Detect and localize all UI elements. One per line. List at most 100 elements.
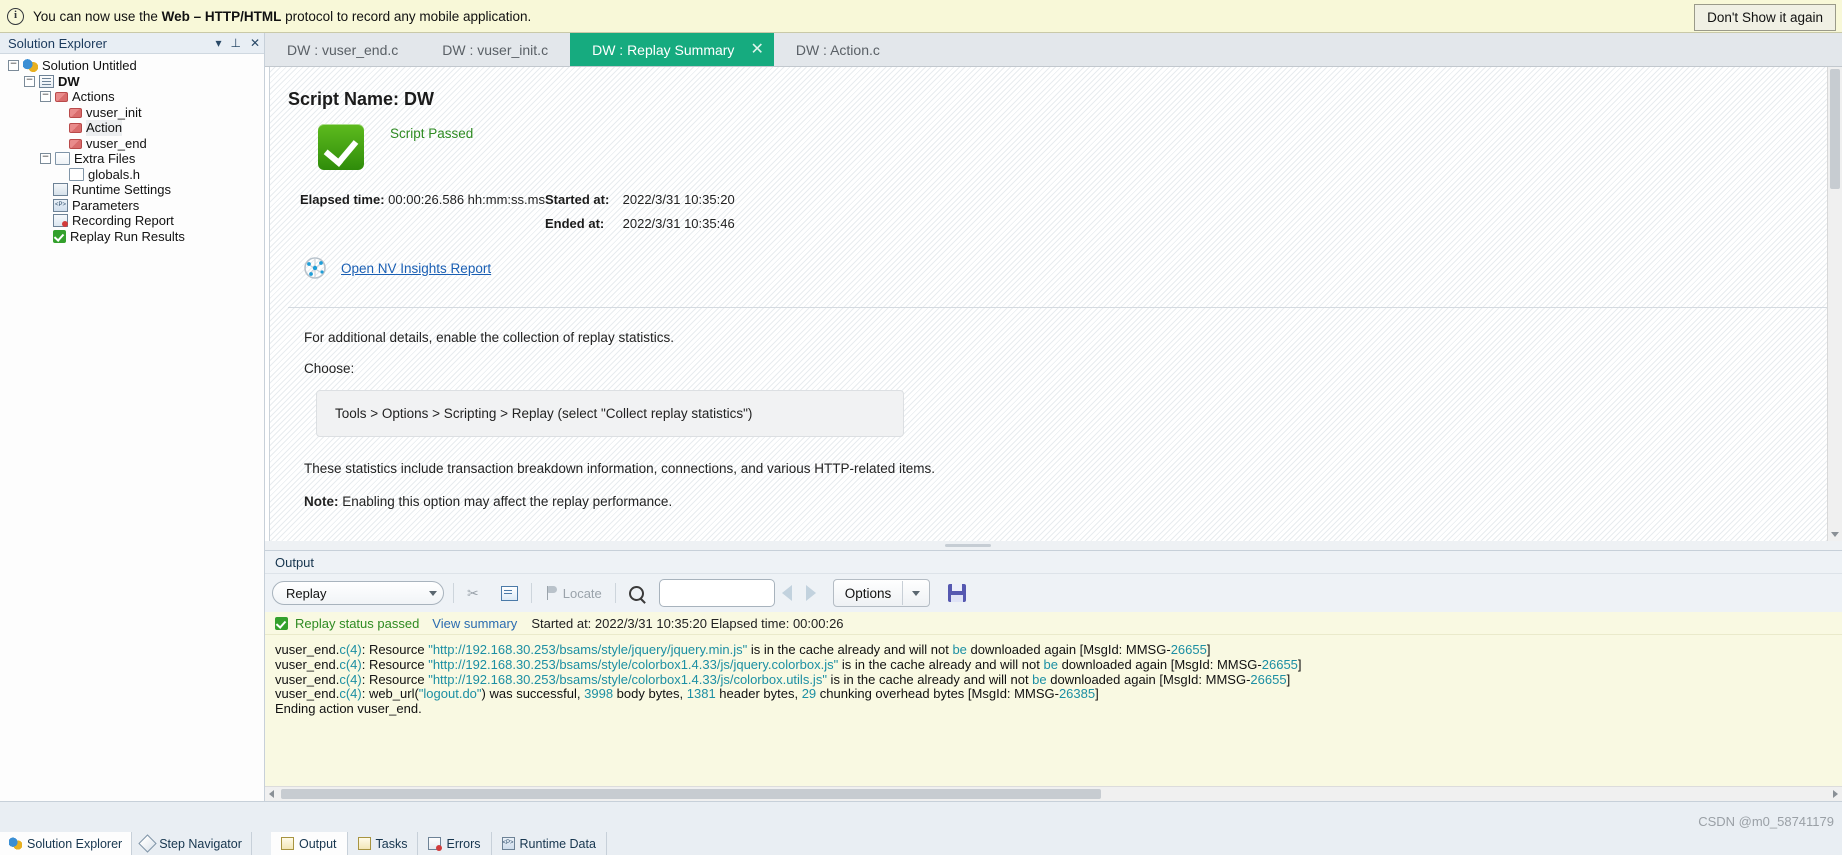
editor-tab-dw-action-c[interactable]: DW : Action.c xyxy=(774,33,902,66)
chevron-down-icon[interactable] xyxy=(429,590,437,596)
scroll-down-icon[interactable] xyxy=(1831,532,1839,537)
horizontal-splitter[interactable] xyxy=(265,541,1842,550)
close-icon[interactable]: ✕ xyxy=(250,37,260,49)
editor-tab-label: DW : vuser_init.c xyxy=(442,41,549,58)
search-icon xyxy=(628,585,644,601)
runtime-icon xyxy=(53,183,68,197)
options-button[interactable]: Options xyxy=(832,579,931,607)
editor-tab-dw-vuser-init-c[interactable]: DW : vuser_init.c xyxy=(420,33,570,66)
word-wrap-button[interactable] xyxy=(497,585,522,601)
tree-item-parameters[interactable]: <P> Parameters xyxy=(2,198,264,214)
tree-item-action[interactable]: Action xyxy=(2,120,264,136)
options-dropdown-arrow[interactable] xyxy=(903,590,929,596)
search-input[interactable] xyxy=(658,579,775,607)
green-check-icon xyxy=(275,616,288,630)
output-filter-value: Replay xyxy=(286,585,327,601)
tree-item-dw[interactable]: − DW xyxy=(2,74,264,90)
nv-insights-row[interactable]: Open NV Insights Report xyxy=(302,255,1842,281)
search-button[interactable] xyxy=(625,585,648,601)
tree-item-replay-run-results[interactable]: Replay Run Results xyxy=(2,229,264,245)
ended-value: 2022/3/31 10:35:46 xyxy=(622,216,735,231)
log-token-text: : Resource xyxy=(361,657,429,672)
locate-button[interactable]: Locate xyxy=(541,586,606,601)
pin-icon[interactable]: ⊥ xyxy=(230,37,240,49)
open-nv-insights-report-link[interactable]: Open NV Insights Report xyxy=(341,261,491,276)
view-summary-link[interactable]: View summary xyxy=(432,616,517,631)
log-token-text: ] xyxy=(1286,672,1291,687)
watermark: CSDN @m0_58741179 xyxy=(1698,814,1834,829)
status-row: Script Passed xyxy=(318,124,1842,170)
tree-item-globals-h[interactable]: globals.h xyxy=(2,167,264,183)
editor-tab-label: DW : Replay Summary xyxy=(592,41,735,58)
menu-path-box: Tools > Options > Scripting > Replay (se… xyxy=(316,390,904,437)
log-token-text: body bytes, xyxy=(613,687,687,702)
output-filter-select[interactable]: Replay xyxy=(272,581,444,605)
log-token-highlight: be xyxy=(1043,657,1058,672)
replay-stats-paragraph: For additional details, enable the colle… xyxy=(304,330,674,345)
tree-expander-icon[interactable]: − xyxy=(24,75,35,87)
tree-item-runtime-settings[interactable]: Runtime Settings xyxy=(2,182,264,198)
arrow-left-icon[interactable] xyxy=(781,585,792,601)
tree-item-actions[interactable]: − Actions xyxy=(2,89,264,105)
scroll-thumb[interactable] xyxy=(1830,69,1840,189)
dock-tab-output[interactable]: Output xyxy=(271,832,348,855)
info-icon: i xyxy=(7,7,24,25)
output-log[interactable]: Replay status passed View summary Starte… xyxy=(265,612,1842,801)
dont-show-again-button[interactable]: Don't Show it again xyxy=(1694,4,1836,31)
tree-item-label: Actions xyxy=(72,89,115,104)
content-vertical-scrollbar[interactable] xyxy=(1827,67,1842,541)
dock-tab-label: Tasks xyxy=(375,836,408,851)
dock-tab-runtime-data[interactable]: <P> Runtime Data xyxy=(492,832,607,855)
save-output-button[interactable] xyxy=(948,584,967,602)
tree-item-vuser-end[interactable]: vuser_end xyxy=(2,136,264,152)
notification-protocol: Web – HTTP/HTML xyxy=(161,8,282,24)
editor-tab-dw-vuser-end-c[interactable]: DW : vuser_end.c xyxy=(265,33,420,66)
tree-item-label: Runtime Settings xyxy=(72,182,171,197)
log-token-text: : Resource xyxy=(361,643,429,657)
replay-status-bar: Replay status passed View summary Starte… xyxy=(265,612,1842,635)
splitter-grip[interactable] xyxy=(945,544,991,547)
left-dock-tab-step-navigator[interactable]: Step Navigator xyxy=(132,832,252,855)
left-dock-tab-label: Solution Explorer xyxy=(27,836,123,851)
action-icon xyxy=(69,107,82,118)
log-horizontal-scrollbar[interactable] xyxy=(265,786,1842,801)
note-text: Enabling this option may affect the repl… xyxy=(338,494,673,509)
tree-item-vuser-init[interactable]: vuser_init xyxy=(2,105,264,121)
tree-expander-icon[interactable]: − xyxy=(40,153,51,165)
scroll-left-icon[interactable] xyxy=(269,790,274,798)
hscroll-thumb[interactable] xyxy=(281,789,1101,799)
toolbar-separator-2 xyxy=(530,583,532,603)
log-token-text: vuser_end. xyxy=(275,672,340,687)
log-token-highlight: 26655 xyxy=(1261,657,1298,672)
replay-status-text: Replay status passed xyxy=(295,615,420,631)
close-tab-icon[interactable]: ✕ xyxy=(750,41,763,58)
solution-explorer-panel: Solution Explorer ▾ ⊥ ✕ − Solution Untitl… xyxy=(0,33,265,801)
log-token-highlight: "http://192.168.30.253/bsams/style/color… xyxy=(428,657,839,672)
pencil-icon xyxy=(138,834,157,853)
tree-item-label: Parameters xyxy=(72,197,140,213)
left-dock-tab-solution-explorer[interactable]: Solution Explorer xyxy=(0,832,133,855)
chevron-down-icon[interactable]: ▾ xyxy=(215,37,221,49)
parameters-icon: <P> xyxy=(53,198,68,212)
editor-tab-label: DW : Action.c xyxy=(795,41,880,58)
clear-output-button[interactable]: ✂ xyxy=(463,585,483,602)
actions-icon xyxy=(55,92,68,103)
editor-tab-dw-replay-summary[interactable]: DW : Replay Summary ✕ xyxy=(570,33,774,66)
dock-tab-tasks[interactable]: Tasks xyxy=(348,832,419,855)
arrow-right-icon[interactable] xyxy=(805,585,816,601)
tree-item-label: Solution Untitled xyxy=(42,58,137,73)
dock-tab-errors[interactable]: Errors xyxy=(418,832,492,855)
tree-item-label: DW xyxy=(58,73,80,89)
tree-item-extra-files[interactable]: − Extra Files xyxy=(2,151,264,167)
tree-expander-icon[interactable]: − xyxy=(40,91,51,103)
tree-expander-icon[interactable]: − xyxy=(8,60,19,72)
tree-item-recording-report[interactable]: Recording Report xyxy=(2,213,264,229)
scroll-right-icon[interactable] xyxy=(1833,790,1838,798)
log-token-text: ] xyxy=(1206,643,1211,657)
log-line: vuser_end.c(4): web_url("logout.do") was… xyxy=(275,687,1842,702)
tree-item-solution-untitled[interactable]: − Solution Untitled xyxy=(2,58,264,74)
